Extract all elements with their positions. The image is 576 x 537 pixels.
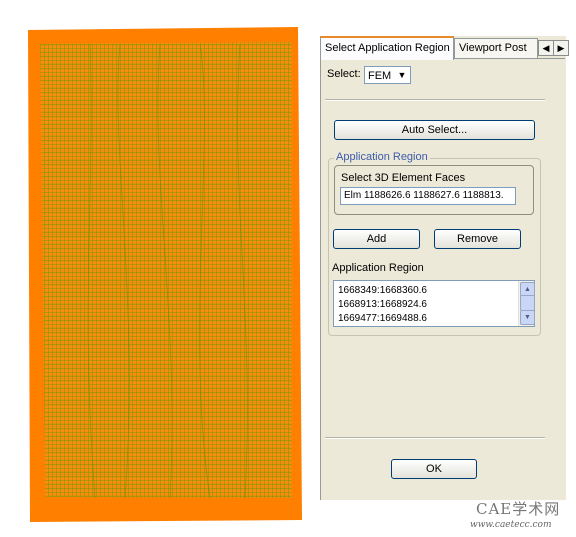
tab-bar: Select Application Region Viewport Post … — [320, 36, 569, 60]
list-scrollbar[interactable]: ▲ ▼ — [518, 281, 535, 326]
fem-select[interactable]: FEM ▼ — [364, 66, 411, 84]
scroll-down-icon[interactable]: ▼ — [520, 310, 535, 325]
watermark: CAE学术网 www.caetecc.com — [470, 498, 576, 537]
auto-select-button[interactable]: Auto Select... — [334, 120, 535, 140]
scroll-thumb[interactable] — [520, 295, 535, 311]
application-region-list[interactable]: 1668349:1668360.6 1668913:1668924.6 1669… — [333, 280, 535, 327]
tab-viewport-post[interactable]: Viewport Post — [454, 38, 538, 58]
select-label: Select: — [327, 68, 361, 80]
arrow-left-icon[interactable]: ◀ — [538, 40, 554, 56]
select-faces-label: Select 3D Element Faces — [341, 172, 466, 184]
group-title: Application Region — [334, 151, 430, 163]
list-item[interactable]: 1669477:1669488.6 — [334, 312, 534, 326]
watermark-url: www.caetecc.com — [470, 520, 552, 530]
list-item[interactable]: 1668349:1668360.6 — [334, 284, 534, 298]
select-value: FEM — [368, 70, 392, 82]
watermark-title: CAE学术网 — [476, 500, 561, 518]
fem-mesh-graphic[interactable] — [0, 0, 320, 537]
arrow-right-icon[interactable]: ▶ — [553, 40, 569, 56]
add-button[interactable]: Add — [333, 229, 420, 249]
tab-label: Viewport Post — [459, 42, 527, 54]
separator — [325, 99, 545, 101]
list-item[interactable]: 1668913:1668924.6 — [334, 298, 534, 312]
remove-button[interactable]: Remove — [434, 229, 521, 249]
separator — [325, 437, 545, 439]
tab-label: Select Application Region — [325, 42, 450, 54]
list-label: Application Region — [332, 262, 424, 274]
element-faces-field[interactable]: Elm 1188626.6 1188627.6 1188813. — [340, 187, 516, 205]
mesh-viewport[interactable] — [0, 0, 320, 537]
ok-button[interactable]: OK — [391, 459, 477, 479]
chevron-down-icon: ▼ — [397, 70, 407, 80]
tab-select-application-region[interactable]: Select Application Region — [320, 36, 454, 60]
